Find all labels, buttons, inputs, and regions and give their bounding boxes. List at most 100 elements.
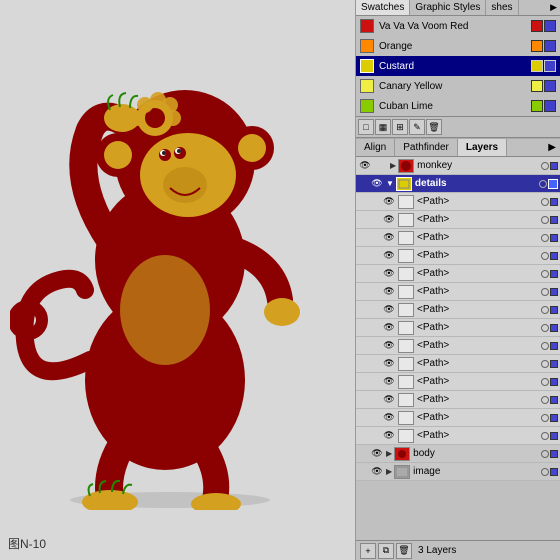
- layer-name-path-2: <Path>: [417, 214, 541, 225]
- swatch-item-4[interactable]: Cuban Lime: [356, 96, 560, 116]
- eye-icon-path-5[interactable]: 👁: [382, 267, 396, 281]
- layer-path-2[interactable]: 👁 <Path>: [356, 211, 560, 229]
- tab-graphic-styles[interactable]: Graphic Styles: [410, 0, 486, 15]
- swatches-toolbar: □ ▦ ⊞ ✎ 🗑: [356, 116, 560, 137]
- layer-indicator-path-12: [541, 396, 558, 404]
- swatch-new-btn[interactable]: □: [358, 119, 374, 135]
- layer-path-12[interactable]: 👁 <Path>: [356, 391, 560, 409]
- layer-indicator-path-11: [541, 378, 558, 386]
- tab-layers[interactable]: Layers: [458, 139, 507, 156]
- layer-path-14[interactable]: 👁 <Path>: [356, 427, 560, 445]
- swatch-icon-box-0: [531, 20, 543, 32]
- layer-indicator-path-4: [541, 252, 558, 260]
- eye-icon-path-11[interactable]: 👁: [382, 375, 396, 389]
- layer-path-1[interactable]: 👁 <Path>: [356, 193, 560, 211]
- eye-icon-image[interactable]: 👁: [370, 465, 384, 479]
- layer-name-monkey: monkey: [417, 160, 541, 171]
- swatch-item-2[interactable]: Custard: [356, 56, 560, 76]
- layer-path-9[interactable]: 👁 <Path>: [356, 337, 560, 355]
- layer-thumb-path-14: [398, 429, 414, 443]
- layers-count: 3 Layers: [418, 545, 456, 556]
- eye-icon-path-10[interactable]: 👁: [382, 357, 396, 371]
- layer-indicator-path-10: [541, 360, 558, 368]
- swatch-name-4: Cuban Lime: [379, 101, 531, 112]
- eye-icon-monkey[interactable]: 👁: [358, 159, 372, 173]
- swatch-item-0[interactable]: Va Va Va Voom Red: [356, 16, 560, 36]
- eye-icon-path-13[interactable]: 👁: [382, 411, 396, 425]
- swatch-delete-btn[interactable]: 🗑: [426, 119, 442, 135]
- swatch-item-3[interactable]: Canary Yellow: [356, 76, 560, 96]
- layer-thumb-path-13: [398, 411, 414, 425]
- swatch-icons-2: [531, 60, 556, 72]
- eye-icon-path-14[interactable]: 👁: [382, 429, 396, 443]
- panel-menu-arrow[interactable]: ▶: [544, 139, 560, 156]
- swatch-icon-box-0b: [544, 20, 556, 32]
- layer-monkey[interactable]: 👁 ▶ monkey: [356, 157, 560, 175]
- layer-thumb-path-7: [398, 303, 414, 317]
- layer-path-13[interactable]: 👁 <Path>: [356, 409, 560, 427]
- expand-arrow-details[interactable]: ▼: [386, 179, 394, 188]
- swatch-edit-btn[interactable]: ✎: [409, 119, 425, 135]
- swatch-gradient-btn[interactable]: ▦: [375, 119, 391, 135]
- tab-pathfinder[interactable]: Pathfinder: [395, 139, 458, 156]
- eye-icon-path-2[interactable]: 👁: [382, 213, 396, 227]
- new-layer-btn[interactable]: +: [360, 543, 376, 559]
- layer-name-image: image: [413, 466, 541, 477]
- swatch-icon-box-2b: [544, 60, 556, 72]
- swatch-pattern-btn[interactable]: ⊞: [392, 119, 408, 135]
- swatch-item-1[interactable]: Orange: [356, 36, 560, 56]
- eye-icon-path-7[interactable]: 👁: [382, 303, 396, 317]
- layer-path-11[interactable]: 👁 <Path>: [356, 373, 560, 391]
- expand-arrow-monkey[interactable]: ▶: [390, 161, 396, 170]
- layer-name-path-9: <Path>: [417, 340, 541, 351]
- layers-footer: + ⧉ 🗑 3 Layers: [356, 540, 560, 560]
- layer-path-8[interactable]: 👁 <Path>: [356, 319, 560, 337]
- layer-path-6[interactable]: 👁 <Path>: [356, 283, 560, 301]
- layer-thumb-path-12: [398, 393, 414, 407]
- layer-thumb-body: [394, 447, 410, 461]
- expand-arrow-image[interactable]: ▶: [386, 467, 392, 476]
- layer-image[interactable]: 👁 ▶ image: [356, 463, 560, 481]
- expand-arrow-body[interactable]: ▶: [386, 449, 392, 458]
- layer-path-7[interactable]: 👁 <Path>: [356, 301, 560, 319]
- eye-icon-path-4[interactable]: 👁: [382, 249, 396, 263]
- layer-thumb-monkey: [398, 159, 414, 173]
- eye-icon-body[interactable]: 👁: [370, 447, 384, 461]
- layer-indicator-path-3: [541, 234, 558, 242]
- swatch-icon-box-4a: [531, 100, 543, 112]
- eye-icon-path-9[interactable]: 👁: [382, 339, 396, 353]
- eye-icon-path-12[interactable]: 👁: [382, 393, 396, 407]
- swatch-name-0: Va Va Va Voom Red: [379, 21, 531, 32]
- swatch-name-3: Canary Yellow: [379, 81, 531, 92]
- layer-name-path-12: <Path>: [417, 394, 541, 405]
- layer-indicator-path-1: [541, 198, 558, 206]
- swatches-panel: Swatches Graphic Styles shes ▶ Va Va Va …: [356, 0, 560, 138]
- eye-icon-path-6[interactable]: 👁: [382, 285, 396, 299]
- layer-path-3[interactable]: 👁 <Path>: [356, 229, 560, 247]
- layer-details[interactable]: 👁 ▼ details: [356, 175, 560, 193]
- swatch-icons-0: [531, 20, 556, 32]
- layer-thumb-image: [394, 465, 410, 479]
- eye-icon-path-1[interactable]: 👁: [382, 195, 396, 209]
- layer-thumb-path-8: [398, 321, 414, 335]
- swatches-menu-arrow[interactable]: ▶: [547, 0, 560, 15]
- delete-layer-btn[interactable]: 🗑: [396, 543, 412, 559]
- lock-icon-monkey: [374, 159, 388, 173]
- layer-thumb-path-6: [398, 285, 414, 299]
- duplicate-layer-btn[interactable]: ⧉: [378, 543, 394, 559]
- layer-path-4[interactable]: 👁 <Path>: [356, 247, 560, 265]
- layer-indicator-path-14: [541, 432, 558, 440]
- eye-icon-path-8[interactable]: 👁: [382, 321, 396, 335]
- tab-shes[interactable]: shes: [486, 0, 518, 15]
- tab-swatches[interactable]: Swatches: [356, 0, 410, 15]
- eye-icon-details[interactable]: 👁: [370, 177, 384, 191]
- layer-body[interactable]: 👁 ▶ body: [356, 445, 560, 463]
- layer-path-5[interactable]: 👁 <Path>: [356, 265, 560, 283]
- layer-indicator-path-9: [541, 342, 558, 350]
- tab-align[interactable]: Align: [356, 139, 395, 156]
- eye-icon-path-3[interactable]: 👁: [382, 231, 396, 245]
- layer-path-10[interactable]: 👁 <Path>: [356, 355, 560, 373]
- swatches-tabs: Swatches Graphic Styles shes ▶: [356, 0, 560, 16]
- layers-panel[interactable]: 👁 ▶ monkey 👁 ▼ details: [356, 157, 560, 540]
- swatch-icons-3: [531, 80, 556, 92]
